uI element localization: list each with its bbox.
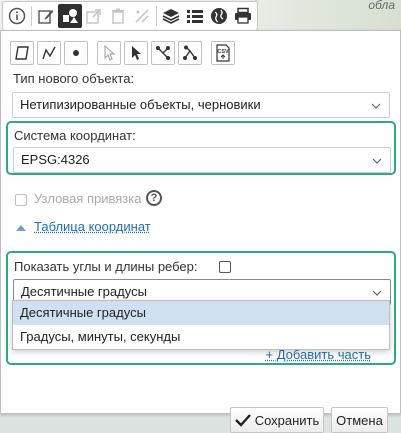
coord-system-select[interactable]: EPSG:4326 bbox=[13, 147, 391, 173]
toolbar-divider bbox=[156, 6, 157, 26]
line-tool-button[interactable] bbox=[37, 41, 61, 65]
edit-icon bbox=[38, 10, 54, 24]
split-icon bbox=[135, 9, 149, 23]
toolbar-divider bbox=[31, 6, 32, 26]
globe-button[interactable] bbox=[207, 4, 231, 28]
layers-button[interactable] bbox=[159, 4, 183, 28]
edit-panel: CSV Тип нового объекта: Нетипизированные… bbox=[0, 30, 401, 433]
trash-icon bbox=[112, 8, 124, 24]
export-button[interactable] bbox=[82, 4, 106, 28]
help-icon[interactable]: ? bbox=[146, 190, 162, 206]
csv-import-button[interactable]: CSV bbox=[211, 41, 235, 65]
save-button[interactable]: Сохранить bbox=[230, 407, 324, 433]
chevron-down-icon bbox=[372, 158, 382, 164]
cancel-label: Отмена bbox=[336, 412, 383, 428]
point-icon bbox=[73, 50, 79, 56]
shapes-button[interactable] bbox=[58, 4, 82, 28]
draw-tools: CSV bbox=[10, 41, 238, 65]
option-dms[interactable]: Градусы, минуты, секунды bbox=[13, 325, 389, 349]
point-tool-button[interactable] bbox=[64, 41, 88, 65]
list-icon bbox=[187, 10, 203, 23]
snap-checkbox[interactable] bbox=[15, 194, 27, 206]
print-button[interactable] bbox=[231, 4, 255, 28]
globe-icon bbox=[211, 8, 227, 24]
coord-system-value: EPSG:4326 bbox=[21, 152, 90, 167]
polygon-tool-button[interactable] bbox=[10, 41, 34, 65]
collapse-triangle-icon[interactable] bbox=[16, 225, 26, 231]
angle-format-dropdown: Десятичные градусы Градусы, минуты, секу… bbox=[12, 300, 390, 350]
list-button[interactable] bbox=[183, 4, 207, 28]
coord-table-link[interactable]: Таблица координат bbox=[34, 219, 151, 234]
cursor-outline-icon bbox=[104, 45, 116, 61]
info-icon bbox=[8, 7, 26, 25]
object-type-select[interactable]: Нетипизированные объекты, черновики bbox=[12, 92, 390, 118]
export-icon bbox=[86, 9, 101, 24]
chevron-down-icon bbox=[372, 290, 382, 296]
checkmark-icon bbox=[234, 414, 251, 427]
save-label: Сохранить bbox=[254, 412, 320, 428]
object-type-value: Нетипизированные объекты, черновики bbox=[20, 97, 261, 112]
option-decimal-degrees[interactable]: Десятичные градусы bbox=[13, 301, 389, 325]
main-toolbar bbox=[2, 1, 258, 31]
csv-file-icon: CSV bbox=[216, 44, 230, 62]
edit-button[interactable] bbox=[34, 4, 58, 28]
delete-button[interactable] bbox=[106, 4, 130, 28]
pointer-tool-button[interactable] bbox=[124, 41, 148, 65]
vertex-move-icon bbox=[183, 45, 197, 60]
polyline-icon bbox=[42, 46, 56, 60]
shapes-icon bbox=[63, 9, 78, 23]
vertex-edit-icon bbox=[156, 46, 170, 60]
map-label: обла bbox=[368, 0, 395, 12]
print-icon bbox=[235, 7, 251, 24]
angles-checkbox[interactable] bbox=[219, 261, 231, 273]
csv-label: CSV bbox=[217, 49, 229, 55]
angles-label: Показать углы и длины ребер: bbox=[14, 259, 198, 274]
snap-label: Узловая привязка bbox=[34, 191, 142, 206]
split-button[interactable] bbox=[130, 4, 154, 28]
coord-system-label: Система координат: bbox=[14, 128, 136, 143]
cursor-icon bbox=[132, 46, 141, 60]
chevron-down-icon bbox=[371, 103, 381, 109]
object-type-label: Тип нового объекта: bbox=[13, 71, 135, 86]
select-tool-button[interactable] bbox=[97, 41, 121, 65]
vertex-edit-tool-button[interactable] bbox=[151, 41, 175, 65]
coord-system-group: Система координат: EPSG:4326 bbox=[6, 121, 396, 175]
layers-icon bbox=[162, 9, 180, 24]
cancel-button[interactable]: Отмена bbox=[331, 407, 388, 433]
info-button[interactable] bbox=[5, 4, 29, 28]
vertex-move-tool-button[interactable] bbox=[178, 41, 202, 65]
polygon-icon bbox=[15, 46, 29, 60]
angle-format-value: Десятичные градусы bbox=[21, 284, 147, 299]
